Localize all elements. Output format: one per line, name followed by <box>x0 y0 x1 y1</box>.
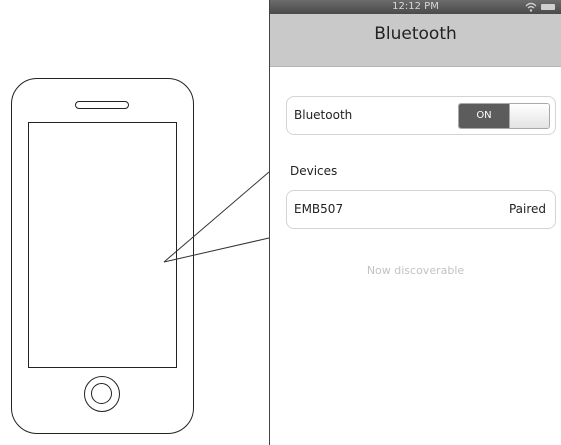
bluetooth-toggle[interactable]: ON <box>458 103 550 129</box>
toggle-on-label: ON <box>459 104 509 128</box>
callout-line-upper <box>163 171 270 263</box>
page-title: Bluetooth <box>374 24 457 44</box>
device-name: EMB507 <box>294 202 344 216</box>
battery-icon <box>541 4 555 10</box>
callout-line-lower <box>163 237 270 263</box>
navigation-bar: Bluetooth <box>270 14 561 67</box>
discoverable-status: Now discoverable <box>366 264 465 277</box>
status-icons <box>525 2 555 12</box>
status-time: 12:12 PM <box>392 1 439 12</box>
bluetooth-row: Bluetooth ON <box>286 96 556 135</box>
bluetooth-label: Bluetooth <box>294 108 353 122</box>
device-status: Paired <box>508 202 546 216</box>
device-row-emb507[interactable]: EMB507 Paired <box>286 190 556 229</box>
wifi-icon <box>525 2 537 12</box>
bluetooth-settings-screen: 12:12 PM Bluetooth Bluetooth ON Devices … <box>269 0 561 445</box>
toggle-knob[interactable] <box>509 104 549 128</box>
devices-section-header: Devices <box>290 164 338 178</box>
status-bar: 12:12 PM <box>270 0 561 14</box>
